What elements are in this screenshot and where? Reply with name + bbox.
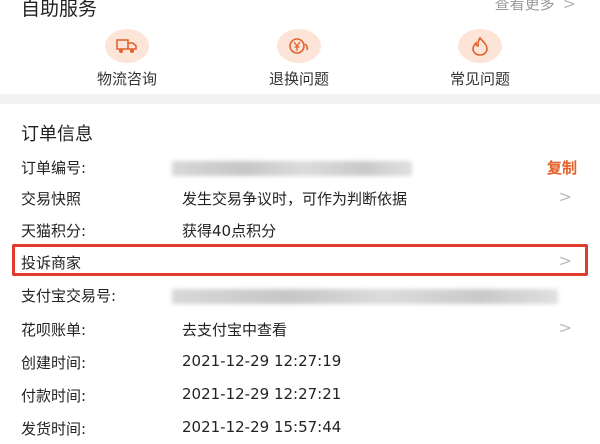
row-value: 2021-12-29 15:57:44 bbox=[182, 418, 342, 436]
service-faq-button[interactable]: 常见问题 bbox=[410, 29, 550, 89]
blurred-alipay-number bbox=[172, 289, 558, 304]
flame-question-icon bbox=[458, 29, 502, 63]
row-key: 付款时间: bbox=[21, 387, 87, 405]
row-key: 发货时间: bbox=[21, 420, 87, 438]
created-time-row: 创建时间: 2021-12-29 12:27:19 bbox=[0, 352, 600, 376]
huabei-bill-row[interactable]: 花呗账单: 去支付宝中查看 > bbox=[0, 318, 600, 343]
row-key: 支付宝交易号: bbox=[21, 287, 117, 305]
order-number-row: 订单编号: 复制 bbox=[0, 157, 600, 181]
paid-time-row: 付款时间: 2021-12-29 12:27:21 bbox=[0, 385, 600, 409]
alipay-trade-row: 支付宝交易号: bbox=[0, 285, 600, 309]
chevron-right-icon: > bbox=[558, 318, 572, 337]
yuan-exchange-icon bbox=[277, 29, 321, 63]
service-label: 常见问题 bbox=[449, 70, 510, 88]
shipped-time-row: 发货时间: 2021-12-29 15:57:44 bbox=[0, 418, 600, 442]
copy-button[interactable]: 复制 bbox=[547, 157, 577, 178]
service-label: 退换问题 bbox=[268, 70, 329, 88]
trade-snapshot-row[interactable]: 交易快照 发生交易争议时，可作为判断依据 > bbox=[0, 187, 600, 212]
row-value: 发生交易争议时，可作为判断依据 bbox=[182, 190, 408, 208]
highlight-box bbox=[12, 244, 588, 276]
row-value: 2021-12-29 12:27:19 bbox=[182, 352, 342, 370]
service-logistics-button[interactable]: 物流咨询 bbox=[57, 29, 197, 89]
service-return-button[interactable]: 退换问题 bbox=[229, 29, 369, 89]
self-service-card: 自助服务 查看更多 > 物流咨询 退换问题 常见问题 bbox=[0, 0, 600, 94]
row-value: 获得40点积分 bbox=[182, 222, 277, 240]
row-value: 去支付宝中查看 bbox=[182, 321, 288, 339]
row-key: 订单编号: bbox=[21, 159, 87, 177]
see-more-link[interactable]: 查看更多 > bbox=[495, 0, 576, 14]
row-key: 天猫积分: bbox=[21, 222, 87, 240]
tmall-points-row: 天猫积分: 获得40点积分 bbox=[0, 220, 600, 244]
row-key: 交易快照 bbox=[21, 190, 82, 208]
truck-icon bbox=[105, 29, 149, 63]
row-key: 花呗账单: bbox=[21, 321, 87, 339]
row-value: 2021-12-29 12:27:21 bbox=[182, 385, 342, 403]
self-service-title: 自助服务 bbox=[21, 0, 98, 20]
row-key: 创建时间: bbox=[21, 354, 87, 372]
order-info-title: 订单信息 bbox=[21, 124, 93, 145]
service-label: 物流咨询 bbox=[96, 70, 157, 88]
blurred-order-number bbox=[172, 161, 412, 176]
chevron-right-icon: > bbox=[562, 0, 576, 13]
chevron-right-icon: > bbox=[558, 187, 572, 206]
